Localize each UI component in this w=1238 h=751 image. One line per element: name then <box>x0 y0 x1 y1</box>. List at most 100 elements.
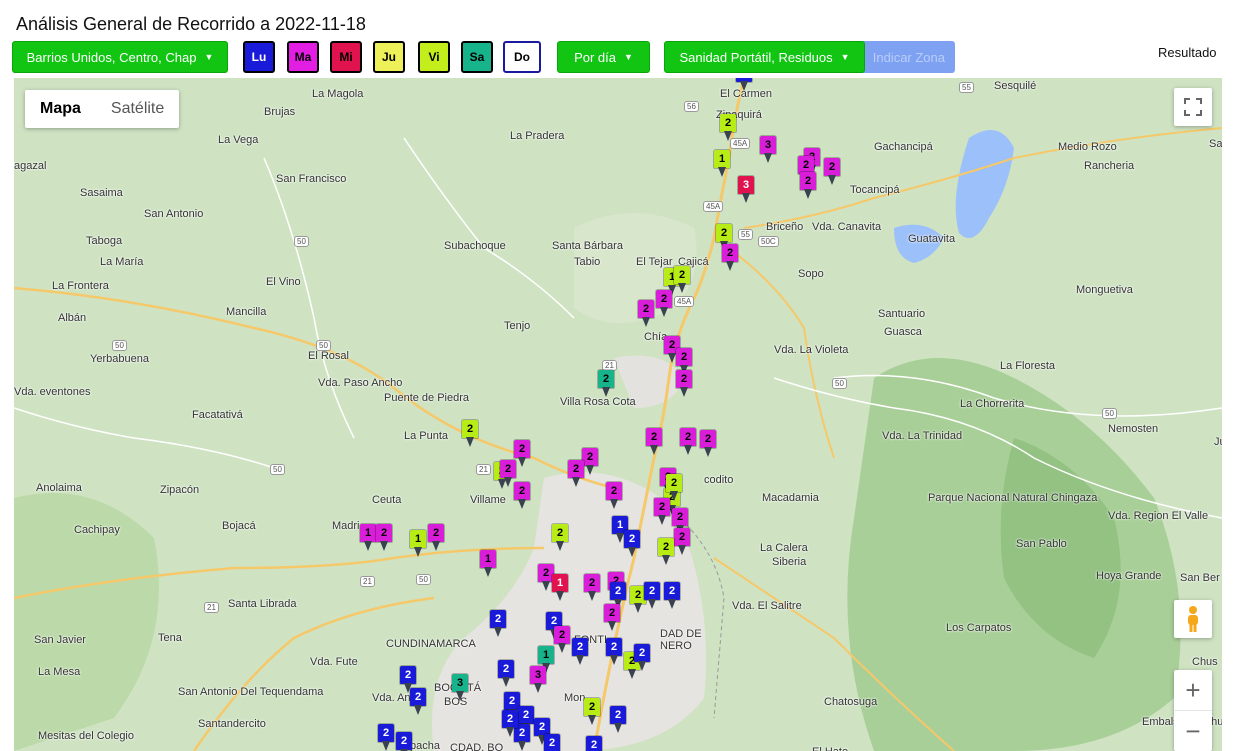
route-marker[interactable]: 1 <box>410 530 426 558</box>
place-label: Ceuta <box>372 494 402 506</box>
route-marker[interactable]: 2 <box>584 698 600 726</box>
route-marker[interactable]: 2 <box>498 660 514 688</box>
route-marker[interactable]: 2 <box>378 724 394 751</box>
route-marker[interactable]: 2 <box>552 524 568 552</box>
route-marker[interactable]: 2 <box>664 582 680 610</box>
day-toggle-sa[interactable]: Sa <box>461 41 493 73</box>
marker-count: 2 <box>606 638 622 656</box>
place-label: Sopo <box>798 268 824 280</box>
route-marker[interactable]: 2 <box>410 688 426 716</box>
caret-down-icon: ▼ <box>624 52 633 62</box>
route-marker[interactable]: 2 <box>610 706 626 734</box>
pegman-button[interactable] <box>1174 600 1212 638</box>
route-marker[interactable]: 1 <box>360 524 376 552</box>
zoom-out-button[interactable]: − <box>1174 711 1212 751</box>
route-marker[interactable]: 2 <box>638 300 654 328</box>
period-dropdown[interactable]: Por día ▼ <box>557 41 650 73</box>
marker-pin <box>614 723 622 733</box>
route-marker[interactable]: 1 <box>714 150 730 178</box>
route-marker[interactable]: 1 <box>480 550 496 578</box>
route-marker[interactable]: 2 <box>674 266 690 294</box>
marker-count: 2 <box>376 524 392 542</box>
route-marker[interactable]: 2 <box>800 172 816 200</box>
route-marker[interactable]: 2 <box>572 638 588 666</box>
route-marker[interactable]: 2 <box>514 440 530 468</box>
barrios-dropdown[interactable]: Barrios Unidos, Centro, Chap ▼ <box>12 41 228 73</box>
route-marker[interactable]: 1 <box>552 574 568 602</box>
day-toggle-do[interactable]: Do <box>503 41 541 73</box>
marker-count: 2 <box>674 528 690 546</box>
service-dropdown[interactable]: Sanidad Portátil, Residuos ▼ <box>664 41 865 73</box>
route-marker[interactable]: 2 <box>606 638 622 666</box>
marker-count: 2 <box>544 734 560 751</box>
route-marker[interactable]: 2 <box>554 626 570 654</box>
marker-count: 1 <box>552 574 568 592</box>
route-marker[interactable]: 3 <box>452 674 468 702</box>
fullscreen-button[interactable] <box>1174 88 1212 126</box>
route-marker[interactable]: 2 <box>654 498 670 526</box>
route-marker[interactable]: 3 <box>760 136 776 164</box>
day-toggle-ju[interactable]: Ju <box>373 41 405 73</box>
route-marker[interactable]: 2 <box>736 78 752 92</box>
day-toggle-lu[interactable]: Lu <box>243 41 275 73</box>
marker-pin <box>502 677 510 687</box>
marker-pin <box>678 283 686 293</box>
zoom-in-button[interactable]: + <box>1174 670 1212 711</box>
route-marker[interactable]: 2 <box>824 158 840 186</box>
route-marker[interactable]: 2 <box>656 290 672 318</box>
route-marker[interactable]: 2 <box>586 736 602 751</box>
route-marker[interactable]: 2 <box>568 460 584 488</box>
marker-pin <box>556 541 564 551</box>
route-shield: 55 <box>959 82 974 93</box>
route-marker[interactable]: 2 <box>490 610 506 638</box>
route-marker[interactable]: 2 <box>676 370 692 398</box>
marker-pin <box>634 603 642 613</box>
marker-pin <box>650 445 658 455</box>
route-marker[interactable]: 3 <box>738 176 754 204</box>
route-shield: 50 <box>1102 408 1117 419</box>
marker-pin <box>610 499 618 509</box>
route-marker[interactable]: 3 <box>530 666 546 694</box>
marker-count: 2 <box>634 644 650 662</box>
marker-pin <box>414 547 422 557</box>
place-label: Hoya Grande <box>1096 570 1162 582</box>
place-label: Villame <box>470 494 506 506</box>
indicar-zona-button[interactable]: Indicar Zona <box>855 41 955 73</box>
route-marker[interactable]: 2 <box>582 448 598 476</box>
route-marker[interactable]: 2 <box>624 530 640 558</box>
map-canvas[interactable]: La Magola Brujas El Carmen Zipaquirá Sesquil… <box>14 78 1222 751</box>
marker-count: 2 <box>500 460 516 478</box>
route-marker[interactable]: 2 <box>644 582 660 610</box>
route-shield: 56 <box>684 101 699 112</box>
marker-pin <box>466 437 474 447</box>
route-marker[interactable]: 2 <box>674 528 690 556</box>
map-type-mapa[interactable]: Mapa <box>25 90 96 128</box>
route-marker[interactable]: 2 <box>720 114 736 142</box>
day-toggle-ma[interactable]: Ma <box>287 41 319 73</box>
day-toggle-mi[interactable]: Mi <box>330 41 362 73</box>
route-marker[interactable]: 2 <box>396 732 412 751</box>
route-marker[interactable]: 2 <box>428 524 444 552</box>
route-marker[interactable]: 2 <box>700 430 716 458</box>
route-marker[interactable]: 2 <box>722 244 738 272</box>
marker-pin <box>380 541 388 551</box>
route-marker[interactable]: 2 <box>598 370 614 398</box>
route-marker[interactable]: 2 <box>584 574 600 602</box>
route-marker[interactable]: 2 <box>514 482 530 510</box>
route-marker[interactable]: 2 <box>376 524 392 552</box>
route-marker[interactable]: 2 <box>658 538 674 566</box>
day-toggle-vi[interactable]: Vi <box>418 41 450 73</box>
marker-pin <box>638 661 646 671</box>
route-marker[interactable]: 2 <box>606 482 622 510</box>
place-label: San Francisco <box>276 173 347 185</box>
place-label: Vda. La Violeta <box>774 344 849 356</box>
route-marker[interactable]: 2 <box>680 428 696 456</box>
route-marker[interactable]: 2 <box>634 644 650 672</box>
route-marker[interactable]: 2 <box>646 428 662 456</box>
route-marker[interactable]: 2 <box>604 604 620 632</box>
route-marker[interactable]: 2 <box>544 734 560 751</box>
route-marker[interactable]: 2 <box>462 420 478 448</box>
map-type-satelite[interactable]: Satélite <box>96 90 179 128</box>
place-label: La Magola <box>312 88 364 100</box>
route-marker[interactable]: 2 <box>502 710 518 738</box>
